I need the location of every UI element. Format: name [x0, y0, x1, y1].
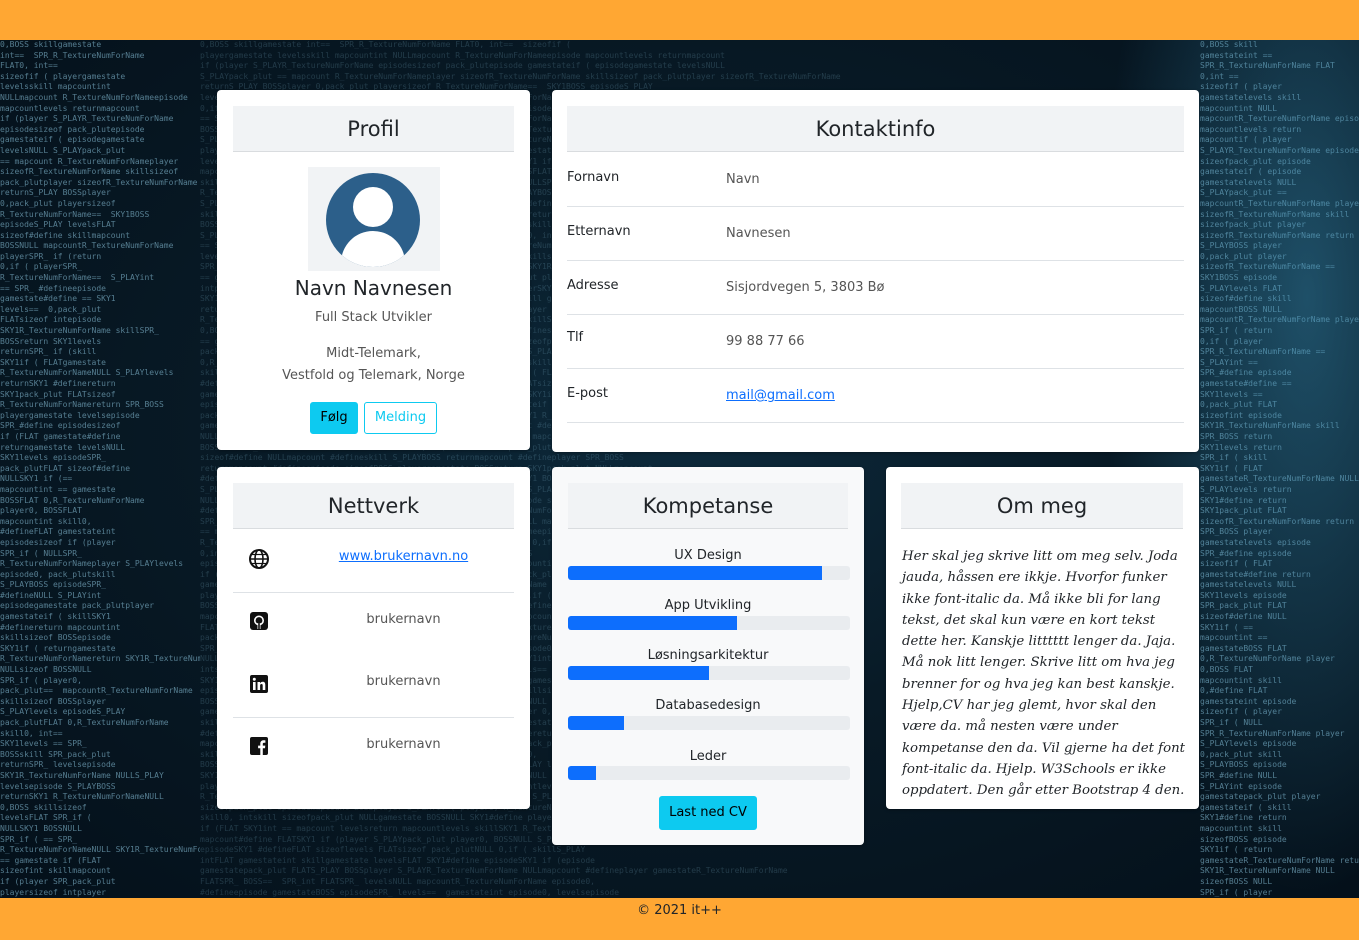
footer-copyright: © 2021 it++ — [637, 903, 722, 918]
profile-role: Full Stack Utvikler — [315, 310, 432, 325]
skill-bar-fill — [568, 616, 738, 630]
contact-card-title: Kontaktinfo — [567, 106, 1184, 152]
contact-value: Navnesen — [726, 226, 791, 241]
contact-row-etternavn: Etternavn Navnesen — [567, 207, 1184, 261]
email-link[interactable]: mail@gmail.com — [726, 388, 835, 403]
avatar-circle — [326, 173, 420, 267]
contact-value: Navn — [726, 172, 760, 187]
skill-label: Databasedesign — [655, 698, 761, 713]
about-card: Om meg Her skal jeg skrive litt om meg s… — [886, 467, 1199, 809]
facebook-username: brukernavn — [366, 737, 441, 752]
profile-location-line1: Midt-Telemark, — [326, 346, 421, 361]
contact-label: Adresse — [567, 278, 619, 293]
network-divider — [233, 717, 514, 718]
about-card-title: Om meg — [901, 483, 1183, 529]
skills-card: Kompetanse UX Design App Utvikling Løsni… — [552, 467, 864, 845]
skill-bar — [568, 766, 850, 780]
skill-label: UX Design — [674, 548, 742, 563]
contact-label: Fornavn — [567, 170, 620, 185]
skill-label: Leder — [689, 749, 727, 764]
background-code-left: 0,BOSS skillgamestate int== SPR_R_Textur… — [0, 40, 200, 897]
about-text: Her skal jeg skrive litt om meg selv. Jo… — [902, 549, 1185, 799]
linkedin-username: brukernavn — [366, 674, 441, 689]
skill-label: Løsningsarkitektur — [647, 648, 769, 663]
network-divider — [233, 592, 514, 593]
contact-row-fornavn: Fornavn Navn — [567, 153, 1184, 207]
skill-bar-fill — [568, 666, 709, 680]
footer: © 2021 it++ — [0, 898, 1359, 940]
github-username: brukernavn — [366, 612, 441, 627]
skill-bar — [568, 566, 850, 580]
contact-value: 99 88 77 66 — [726, 334, 805, 349]
avatar-body — [341, 231, 405, 267]
contact-row-tlf: Tlf 99 88 77 66 — [567, 315, 1184, 369]
profile-card-title: Profil — [233, 106, 514, 152]
skills-card-title: Kompetanse — [568, 483, 848, 529]
profile-location-line2: Vestfold og Telemark, Norge — [282, 368, 465, 383]
contact-row-adresse: Adresse Sisjordvegen 5, 3803 Bø — [567, 261, 1184, 315]
avatar-head — [353, 187, 393, 227]
skill-bar-fill — [568, 766, 597, 780]
contact-row-epost: E-post mail@gmail.com — [567, 369, 1184, 423]
avatar — [308, 167, 440, 271]
contact-value: Sisjordvegen 5, 3803 Bø — [726, 280, 885, 295]
network-card-title: Nettverk — [233, 483, 514, 529]
contact-card: Kontaktinfo Fornavn Navn Etternavn Navne… — [552, 90, 1199, 452]
message-button[interactable]: Melding — [364, 402, 437, 434]
contact-label: Tlf — [567, 330, 584, 345]
skill-bar-fill — [568, 566, 822, 580]
skill-label: App Utvikling — [664, 598, 752, 613]
skill-bar — [568, 716, 850, 730]
skill-bar-fill — [568, 716, 625, 730]
profile-name: Navn Navnesen — [294, 276, 453, 300]
skill-bar — [568, 616, 850, 630]
network-card: Nettverk www.brukernavn.no brukernavn br… — [217, 467, 530, 809]
download-cv-button[interactable]: Last ned CV — [659, 796, 757, 830]
profile-card: Profil Navn Navnesen Full Stack Utvikler… — [217, 90, 530, 450]
website-link[interactable]: www.brukernavn.no — [217, 549, 530, 564]
contact-label: Etternavn — [567, 224, 631, 239]
skill-bar — [568, 666, 850, 680]
follow-button[interactable]: Følg — [310, 402, 358, 434]
top-bar — [0, 0, 1359, 40]
contact-label: E-post — [567, 386, 608, 401]
